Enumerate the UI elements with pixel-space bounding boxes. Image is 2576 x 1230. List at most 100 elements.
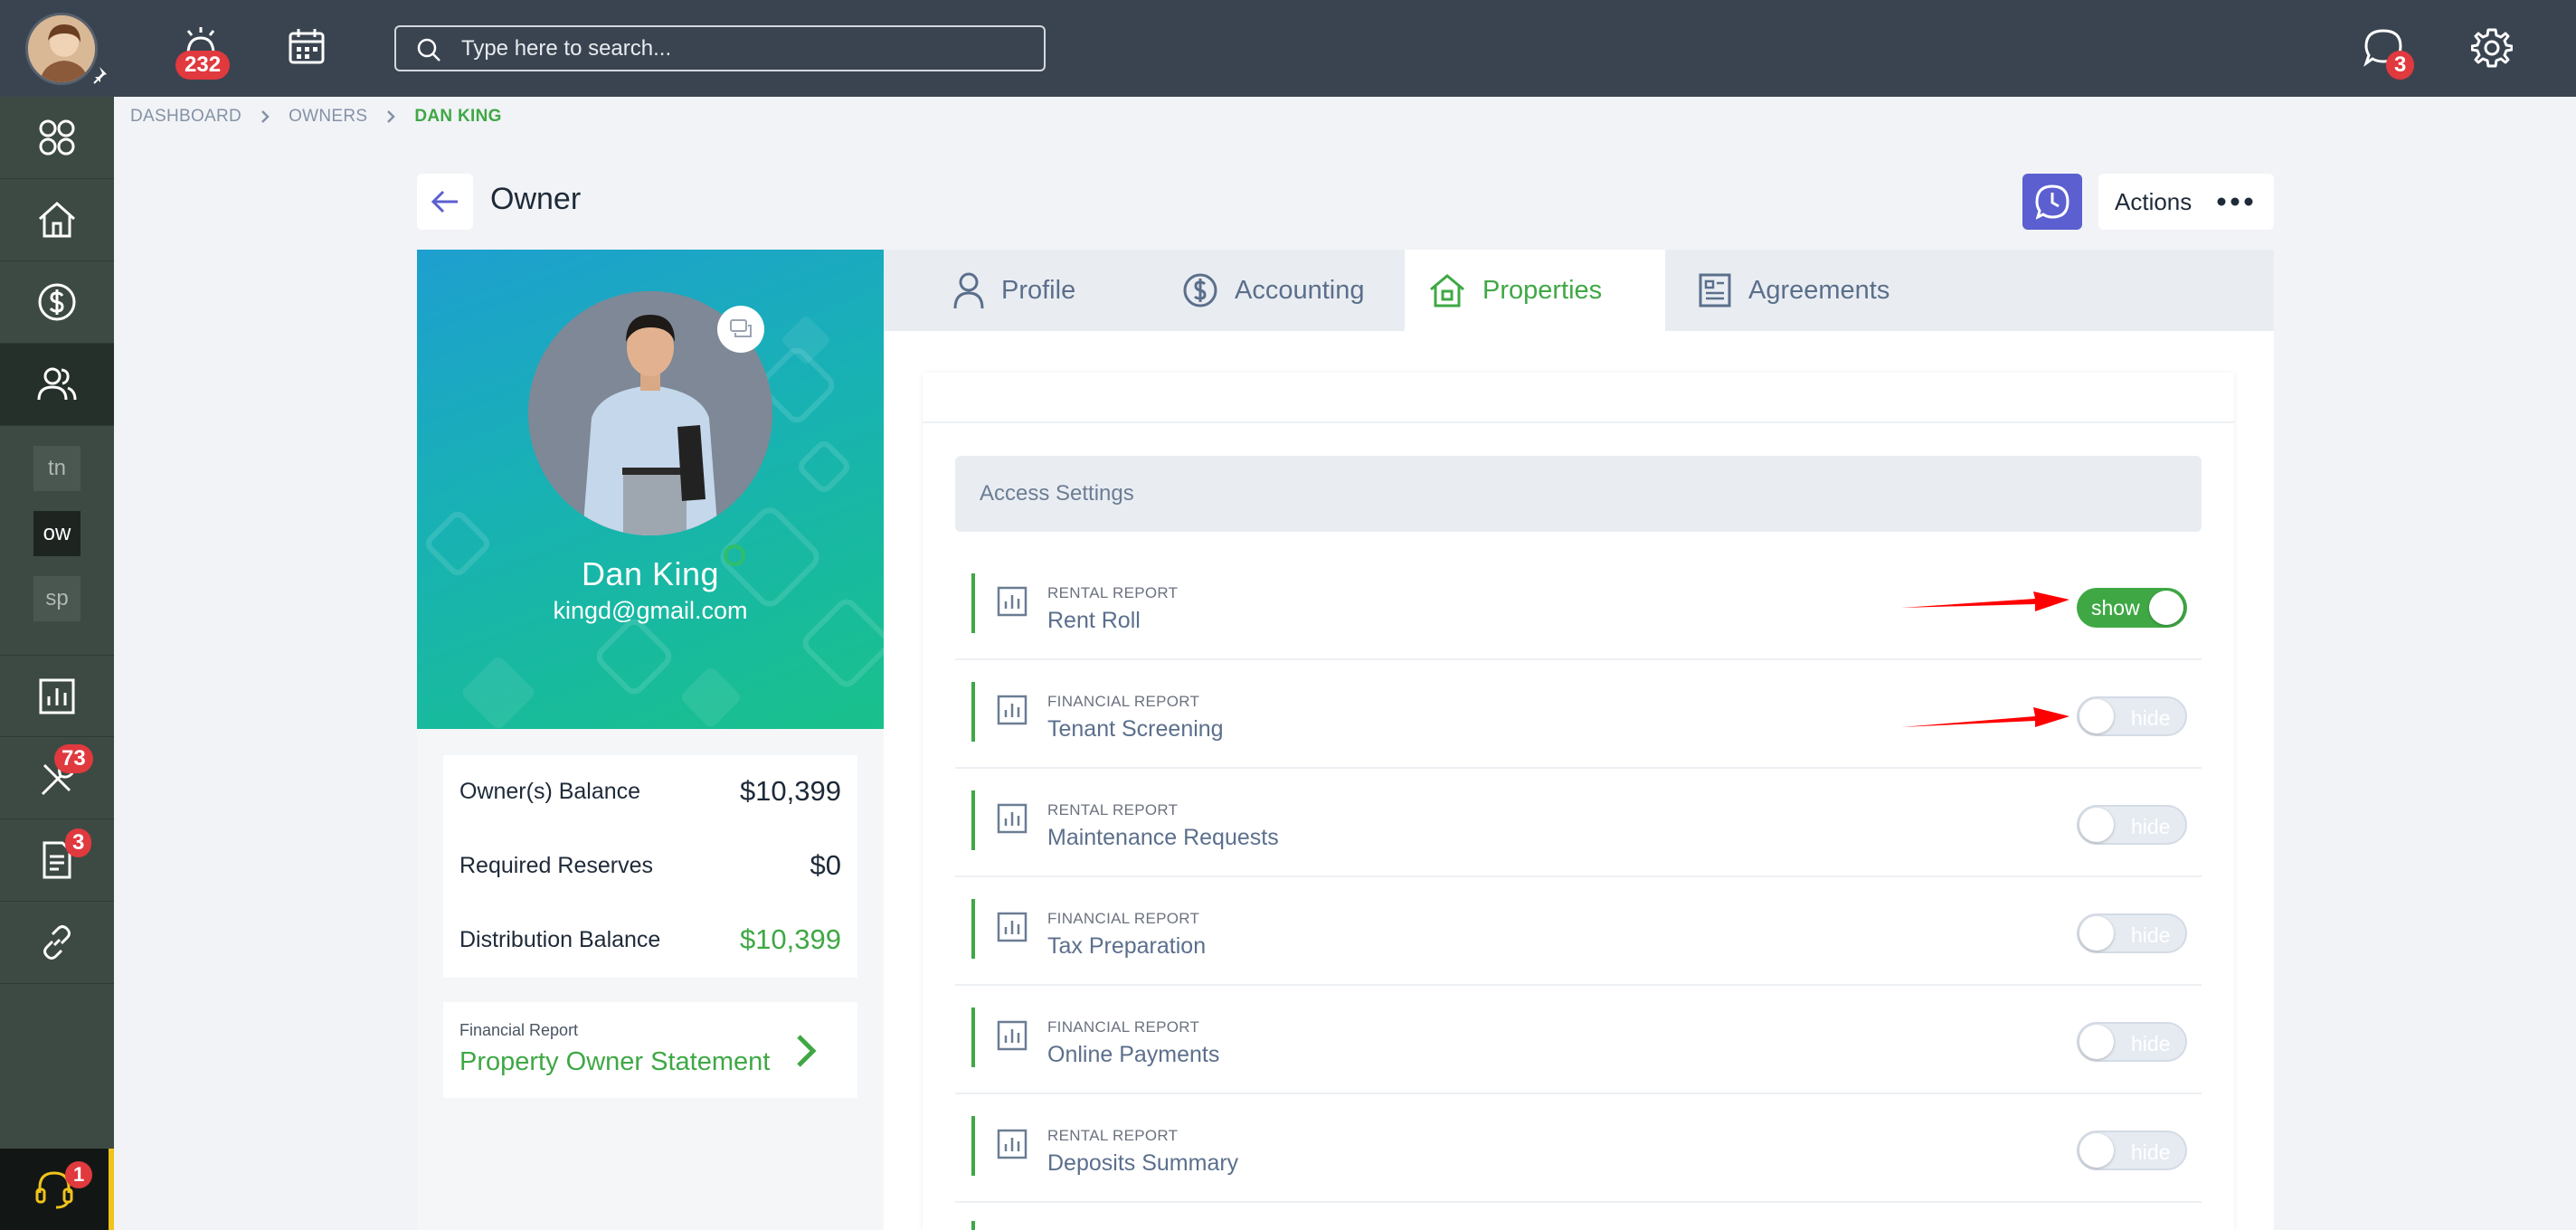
sidebar-chip-tenants[interactable]: tn bbox=[33, 446, 80, 491]
pin-icon[interactable] bbox=[92, 65, 112, 85]
owner-statement-link[interactable]: Financial Report Property Owner Statemen… bbox=[443, 1002, 857, 1098]
toggle-knob bbox=[2079, 808, 2114, 842]
tab-accounting[interactable]: Accounting bbox=[1182, 250, 1365, 331]
report-name: Tenant Screening bbox=[1047, 716, 1224, 742]
person-icon bbox=[953, 272, 984, 309]
actions-button[interactable]: Actions bbox=[2098, 174, 2274, 230]
messages-badge: 3 bbox=[2386, 51, 2415, 80]
visibility-toggle[interactable]: hide bbox=[2077, 1131, 2187, 1170]
bar-chart-icon bbox=[997, 912, 1028, 942]
sidebar-item-maintenance[interactable]: 73 bbox=[0, 737, 114, 819]
arrow-left-icon bbox=[431, 190, 458, 213]
avatar-image bbox=[28, 15, 95, 82]
report-category: FINANCIAL REPORT bbox=[1047, 1018, 1200, 1036]
report-name: Rent Roll bbox=[1047, 608, 1141, 633]
sidebar-item-apps[interactable] bbox=[0, 97, 114, 179]
visibility-toggle[interactable]: hide bbox=[2077, 1022, 2187, 1062]
search-input[interactable] bbox=[461, 34, 1022, 63]
alerts-badge: 232 bbox=[175, 51, 231, 80]
calendar-icon[interactable] bbox=[288, 27, 326, 65]
chevron-right-icon bbox=[797, 1035, 817, 1067]
toggle-label: show bbox=[2091, 596, 2140, 620]
card-divider bbox=[923, 421, 2234, 423]
search-box[interactable] bbox=[394, 25, 1046, 71]
toggle-knob bbox=[2079, 1133, 2114, 1168]
report-category: FINANCIAL REPORT bbox=[1047, 910, 1200, 927]
tab-agreements[interactable]: Agreements bbox=[1698, 250, 1889, 331]
bar-chart-icon bbox=[997, 1129, 1028, 1159]
tab-label: Accounting bbox=[1235, 275, 1365, 305]
gear-icon[interactable] bbox=[2471, 27, 2513, 69]
bar-chart-icon bbox=[997, 586, 1028, 617]
toggle-label: hide bbox=[2131, 706, 2171, 730]
support-button[interactable]: 1 bbox=[0, 1149, 114, 1230]
report-row-tax-preparation: FINANCIAL REPORT Tax Preparation hide bbox=[955, 877, 2202, 986]
visibility-toggle[interactable]: hide bbox=[2077, 913, 2187, 953]
toggle-knob bbox=[2079, 1025, 2114, 1059]
report-name: Online Payments bbox=[1047, 1042, 1220, 1067]
more-dots-icon[interactable] bbox=[2217, 197, 2253, 206]
back-button[interactable] bbox=[417, 174, 473, 230]
sidebar-item-documents[interactable]: 3 bbox=[0, 819, 114, 902]
report-name: Maintenance Requests bbox=[1047, 825, 1279, 850]
sidebar-item-people[interactable] bbox=[0, 344, 114, 426]
report-caption: Financial Report bbox=[459, 1021, 579, 1039]
tabs-bar: Profile Accounting Properties Agreements bbox=[884, 250, 2274, 331]
toggle-knob bbox=[2079, 916, 2114, 951]
tab-label: Agreements bbox=[1748, 275, 1890, 305]
report-row-online-payments: FINANCIAL REPORT Online Payments hide bbox=[955, 986, 2202, 1094]
tab-properties[interactable]: Properties bbox=[1405, 250, 1665, 331]
row-accent-bar bbox=[971, 682, 975, 742]
access-settings-title: Access Settings bbox=[980, 481, 1134, 506]
visibility-toggle[interactable]: hide bbox=[2077, 696, 2187, 736]
report-name: Tax Preparation bbox=[1047, 933, 1207, 959]
balance-label: Distribution Balance bbox=[459, 926, 661, 952]
clock-icon bbox=[2035, 184, 2069, 220]
owner-profile-card: Dan King kingd@gmail.com bbox=[417, 250, 884, 729]
annotation-arrow-icon bbox=[1901, 707, 2069, 727]
message-owner-button[interactable] bbox=[717, 306, 764, 353]
access-settings-header: Access Settings bbox=[955, 456, 2202, 532]
breadcrumb-dashboard[interactable]: DASHBOARD bbox=[130, 107, 242, 127]
report-row-maintenance-requests: RENTAL REPORT Maintenance Requests hide bbox=[955, 769, 2202, 877]
owner-email[interactable]: kingd@gmail.com bbox=[417, 597, 884, 625]
visibility-toggle[interactable]: show bbox=[2077, 588, 2187, 628]
balance-value: $10,399 bbox=[739, 923, 841, 955]
report-category: RENTAL REPORT bbox=[1047, 584, 1179, 601]
balance-summary: Owner(s) Balance $10,399 Required Reserv… bbox=[443, 755, 857, 978]
toggle-knob bbox=[2149, 591, 2183, 625]
row-accent-bar bbox=[971, 573, 975, 633]
document-icon bbox=[1699, 273, 1731, 308]
balance-value: $0 bbox=[810, 849, 841, 881]
link-icon bbox=[43, 925, 71, 960]
support-badge: 1 bbox=[65, 1161, 93, 1188]
house-icon bbox=[1430, 274, 1464, 308]
tab-profile[interactable]: Profile bbox=[952, 250, 1075, 331]
sidebar-chip-service-pros[interactable]: sp bbox=[33, 576, 80, 621]
toggle-label: hide bbox=[2131, 815, 2171, 838]
toggle-knob bbox=[2079, 699, 2114, 733]
user-avatar[interactable] bbox=[25, 13, 98, 85]
visibility-toggle[interactable]: hide bbox=[2077, 805, 2187, 845]
sidebar-chip-owners[interactable]: ow bbox=[33, 511, 80, 556]
tab-label: Properties bbox=[1482, 275, 1603, 305]
bar-chart-icon bbox=[39, 678, 75, 714]
message-icon bbox=[730, 319, 752, 337]
documents-badge: 3 bbox=[65, 828, 92, 857]
annotation-arrow-icon bbox=[1901, 591, 2069, 611]
sidebar-item-reports[interactable] bbox=[0, 655, 114, 737]
search-icon bbox=[417, 38, 440, 62]
row-accent-bar bbox=[971, 1116, 975, 1176]
tab-label: Profile bbox=[1001, 275, 1076, 305]
sidebar-item-home[interactable] bbox=[0, 179, 114, 261]
report-title: Property Owner Statement bbox=[459, 1047, 771, 1076]
page-title: Owner bbox=[490, 182, 582, 216]
history-button[interactable] bbox=[2022, 174, 2082, 230]
sidebar-item-accounting[interactable] bbox=[0, 261, 114, 344]
toggle-label: hide bbox=[2131, 1140, 2171, 1164]
balance-row-distribution: Distribution Balance $10,399 bbox=[459, 923, 841, 956]
sidebar-item-links[interactable] bbox=[0, 902, 114, 984]
dollar-circle-icon bbox=[38, 283, 76, 321]
report-category: FINANCIAL REPORT bbox=[1047, 693, 1200, 710]
breadcrumb-owners[interactable]: OWNERS bbox=[289, 107, 367, 127]
